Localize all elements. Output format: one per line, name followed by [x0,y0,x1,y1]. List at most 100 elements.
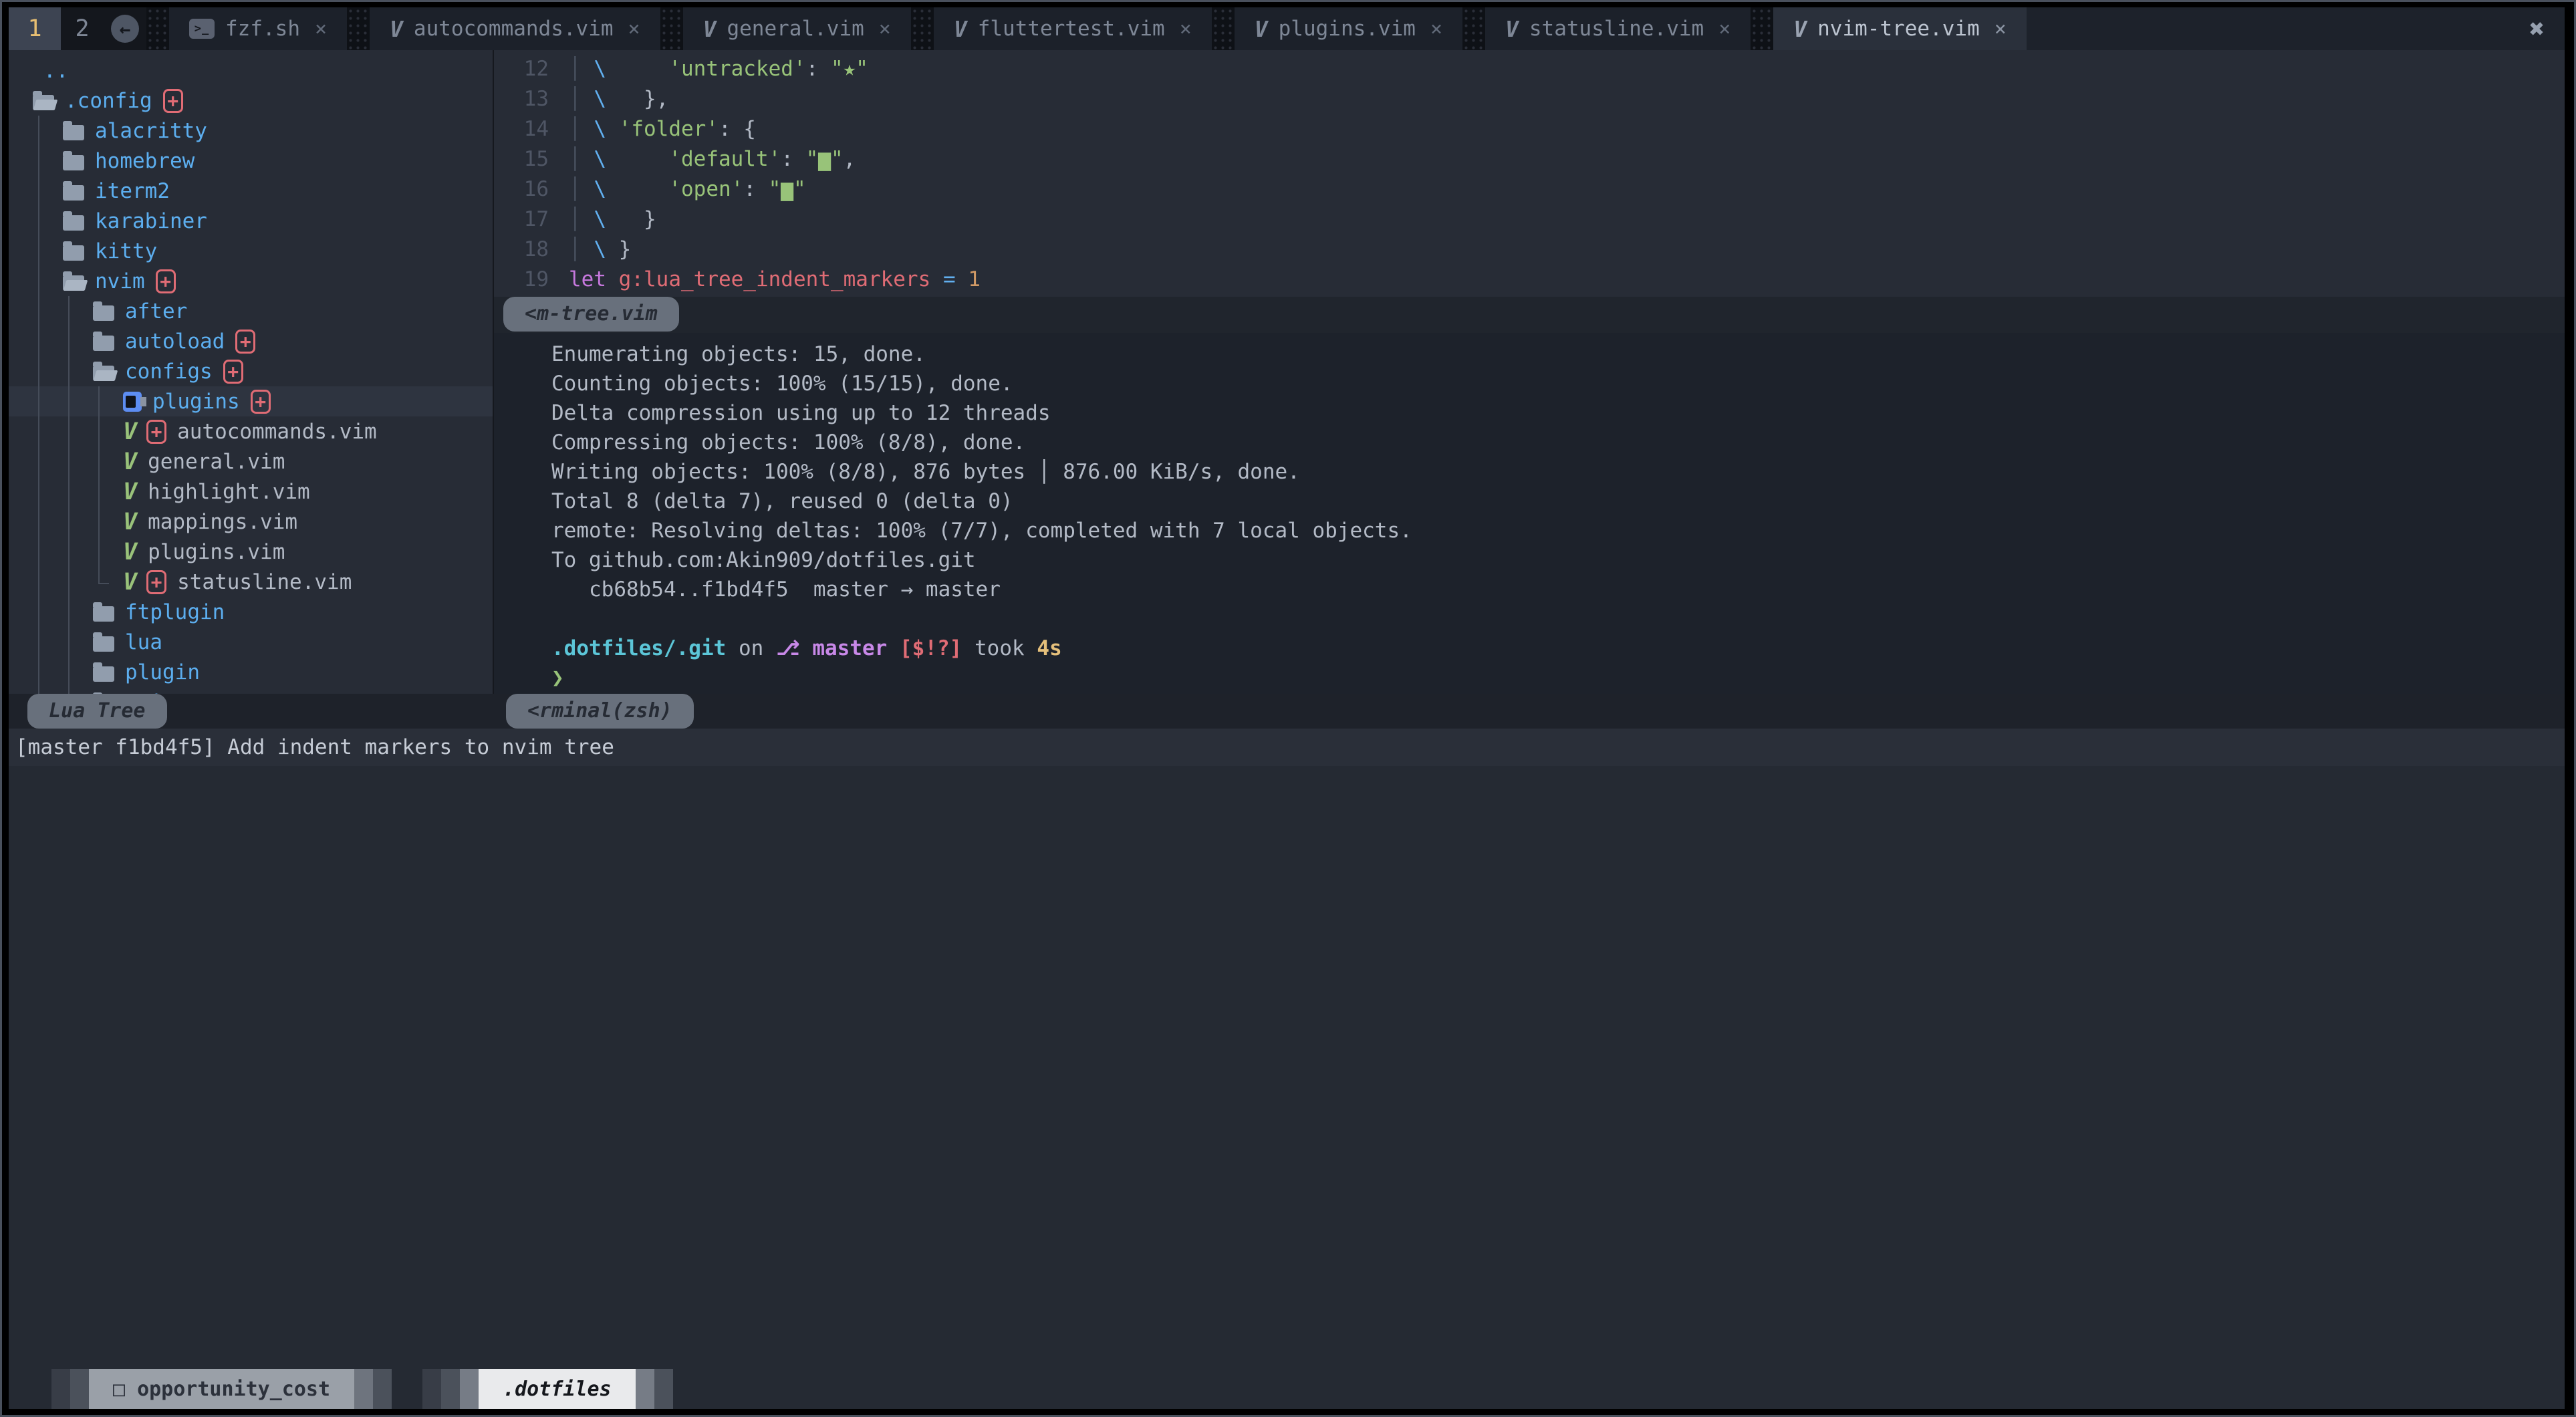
tab-fluttertest.vim[interactable]: Vfluttertest.vim× [934,7,1212,50]
tree-item-label: plugins [152,390,240,414]
code-token: │ [569,147,594,171]
terminal-split[interactable]: Enumerating objects: 15, done.Counting o… [494,333,2565,694]
folder-icon [63,245,84,261]
code-token: Total 8 (delta 7), reused 0 (delta 0) [551,489,1013,513]
tree-item-lua[interactable]: lua [9,627,493,657]
line-number: 14 [494,114,569,144]
code-token: : { [719,117,756,141]
tree-item-alacritty[interactable]: alacritty [9,116,493,146]
tmux-window-dotfiles[interactable]: .dotfiles [422,1369,673,1409]
tree-item-snippets[interactable]: snippets [9,687,493,694]
tree-item-after[interactable]: after [9,296,493,326]
tree-item-..[interactable]: .. [9,55,493,86]
indent-guide [93,386,123,416]
tab-label: fzf.sh [225,17,300,41]
tab-separator [660,7,683,50]
code-line[interactable]: 18│ \ } [494,235,2565,265]
code-token: 'folder' [619,117,719,141]
tree-item-label: homebrew [95,149,195,173]
tree-item-plugin[interactable]: plugin [9,657,493,687]
tree-item-autoload[interactable]: autoload+ [9,326,493,356]
code-line[interactable]: 19let g:lua_tree_indent_markers = 1 [494,265,2565,295]
code-line[interactable]: 17│ \ } [494,205,2565,235]
tab-fzf.sh[interactable]: >_fzf.sh× [169,7,347,50]
code-line[interactable]: 14│ \ 'folder': { [494,114,2565,144]
code-token: \ [594,87,606,111]
tmux-window-pill[interactable]: □opportunity_cost [89,1369,354,1409]
tree-item-homebrew[interactable]: homebrew [9,146,493,176]
code-token: "▆" [769,177,806,201]
tab-plugins.vim[interactable]: Vplugins.vim× [1235,7,1462,50]
code-token: 'untracked' [668,57,805,81]
code-token: g:lua_tree_indent_markers [619,267,931,291]
tree-item-configs[interactable]: configs+ [9,356,493,386]
code-line[interactable]: 13│ \ }, [494,84,2565,114]
indent-guide [33,657,63,687]
main-area: ...config+alacritty homebrew iterm2 karabin… [9,50,2565,694]
tab-bar: 1 2 ← >_fzf.sh×Vautocommands.vim×Vgenera… [9,7,2565,50]
tab-statusline.vim[interactable]: Vstatusline.vim× [1485,7,1751,50]
tree-item-mappings.vim[interactable]: Vmappings.vim [9,507,493,537]
tab-autocommands.vim[interactable]: Vautocommands.vim× [370,7,660,50]
code-token: ❯ [551,666,564,690]
code-line[interactable]: 15│ \ 'default': "▆", [494,144,2565,174]
tmux-window-opportunity-cost[interactable]: □opportunity_cost [51,1369,392,1409]
tree-item-label: highlight.vim [148,480,310,504]
terminal-line [551,604,2565,634]
tmux-window-pill[interactable]: .dotfiles [479,1369,636,1409]
code-editor[interactable]: 12│ \ 'untracked': "★"13│ \ },14│ \ 'fol… [494,50,2565,297]
tree-item-iterm2[interactable]: iterm2 [9,176,493,206]
tree-item-ftplugin[interactable]: ftplugin [9,597,493,627]
tab-close-icon[interactable]: × [315,17,327,41]
tree-item-kitty[interactable]: kitty [9,236,493,266]
tree-item-.config[interactable]: .config+ [9,86,493,116]
tree-item-karabiner[interactable]: karabiner [9,206,493,236]
code-token: "★" [831,57,868,81]
terminal-line: Writing objects: 100% (8/8), 876 bytes │… [551,457,2565,487]
tree-item-statusline.vim[interactable]: V+statusline.vim [9,567,493,597]
tmux-fade-block [460,1369,479,1409]
folder-icon [93,606,114,622]
tab-nvim-tree.vim[interactable]: Vnvim-tree.vim× [1773,7,2027,50]
code-token: │ [569,57,594,81]
tmux-fade-block [441,1369,460,1409]
terminal-line: ❯ [551,663,2565,692]
tab-close-icon[interactable]: × [1180,17,1192,41]
tab-close-icon[interactable]: × [1718,17,1730,41]
tab-general.vim[interactable]: Vgeneral.vim× [683,7,911,50]
tab-close-icon[interactable]: × [628,17,640,41]
tree-item-label: karabiner [95,209,207,233]
tab-close-icon[interactable]: × [1430,17,1442,41]
code-token: \ [594,237,606,261]
indent-guide [93,416,123,446]
tree-item-general.vim[interactable]: Vgeneral.vim [9,446,493,477]
vim-icon: V [123,569,137,596]
restore-button[interactable]: ← [104,7,146,50]
tree-item-plugins[interactable]: plugins+ [9,386,493,416]
window-number-2[interactable]: 2 [61,7,104,50]
tmux-fade-block [373,1369,392,1409]
tree-item-highlight.vim[interactable]: Vhighlight.vim [9,477,493,507]
tree-item-autocommands.vim[interactable]: V+autocommands.vim [9,416,493,446]
vim-icon: V [390,16,403,42]
line-number: 16 [494,174,569,205]
tree-item-label: .config [65,89,152,113]
tab-close-icon[interactable]: × [879,17,891,41]
indent-guide [93,567,123,597]
terminal-line: cb68b54..f1bd4f5 master → master [551,575,2565,604]
tmux-status-bar: □opportunity_cost .dotfiles [9,1369,673,1409]
vim-icon: V [703,16,717,42]
window-number-1[interactable]: 1 [9,7,61,50]
tree-item-nvim[interactable]: nvim+ [9,266,493,296]
tabline-fill: ✖ [2027,7,2565,50]
code-text: let g:lua_tree_indent_markers = 1 [569,265,981,295]
tab-close-icon[interactable]: × [1994,17,2007,41]
indent-guide [93,446,123,477]
code-token: \ [594,117,606,141]
code-line[interactable]: 16│ \ 'open': "▆" [494,174,2565,205]
tree-item-plugins.vim[interactable]: Vplugins.vim [9,537,493,567]
close-all-icon[interactable]: ✖ [2529,14,2545,43]
code-line[interactable]: 12│ \ 'untracked': "★" [494,54,2565,84]
tree-item-label: nvim [95,269,145,293]
tree-item-label: ftplugin [125,600,225,624]
